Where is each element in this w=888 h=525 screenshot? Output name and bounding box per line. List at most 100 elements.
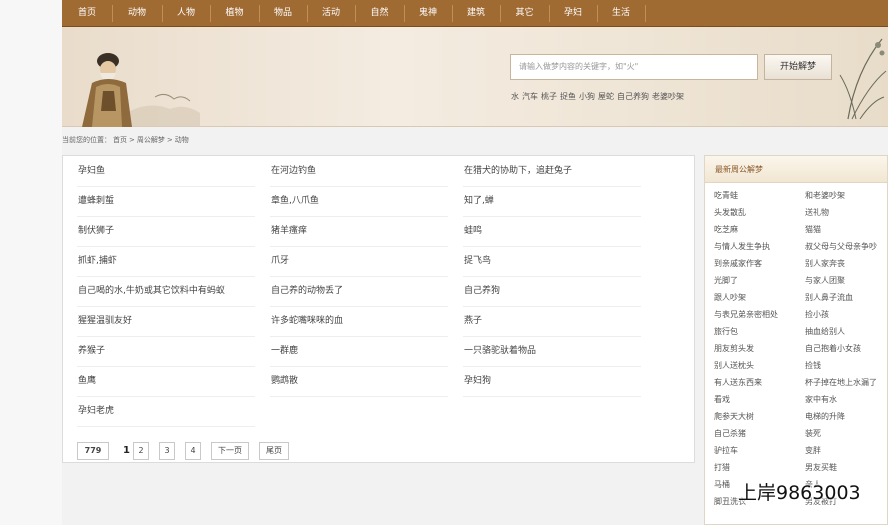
sidebar-dream-link[interactable]: 爬参天大树 xyxy=(714,408,754,425)
dream-link[interactable]: 许多蛇嘴咪咪的血 xyxy=(271,306,343,336)
nav-item-plants[interactable]: 植物 xyxy=(210,0,259,27)
nav-item-pregnant[interactable]: 孕妇 xyxy=(549,0,597,27)
nav-item-animals[interactable]: 动物 xyxy=(112,0,162,27)
sage-painting-illustration xyxy=(82,53,200,127)
hot-keyword-link[interactable]: 屋蛇 xyxy=(598,92,614,101)
breadcrumb-link-home[interactable]: 首页 xyxy=(113,136,127,144)
sidebar-dream-link[interactable]: 光脚了 xyxy=(714,272,738,289)
dream-link[interactable]: 孕妇狗 xyxy=(464,366,491,396)
nav-item-home[interactable]: 首页 xyxy=(62,0,112,27)
pagination-last-button[interactable]: 尾页 xyxy=(259,442,289,460)
sidebar-dream-link[interactable]: 与家人团聚 xyxy=(805,272,845,289)
sidebar-dream-link[interactable]: 杯子掉在地上水漏了 xyxy=(805,374,877,391)
dream-link[interactable]: 抓虾,捕虾 xyxy=(78,246,117,276)
sidebar-dream-link[interactable]: 猫猫 xyxy=(805,221,821,238)
sidebar-dream-link[interactable]: 捡小孩 xyxy=(805,306,829,323)
sidebar-dream-link[interactable]: 变胖 xyxy=(805,442,821,459)
dream-link[interactable]: 鱼鹰 xyxy=(78,366,96,396)
breadcrumb-current: 动物 xyxy=(174,136,189,144)
sidebar-dream-link[interactable]: 送礼物 xyxy=(805,204,829,221)
sidebar-dream-link[interactable]: 自己杀猪 xyxy=(714,425,746,442)
sidebar-dream-link[interactable]: 男友买鞋 xyxy=(805,459,837,476)
nav-item-people[interactable]: 人物 xyxy=(162,0,210,27)
dream-link[interactable]: 猪羊瘙痒 xyxy=(271,216,307,246)
nav-item-buildings[interactable]: 建筑 xyxy=(452,0,500,27)
nav-divider xyxy=(645,5,646,22)
dream-link[interactable]: 在猎犬的协助下，追赶兔子 xyxy=(464,156,572,186)
dream-link[interactable]: 蛙鸣 xyxy=(464,216,482,246)
dream-link[interactable]: 自己养狗 xyxy=(464,276,500,306)
dream-link[interactable]: 捉飞鸟 xyxy=(464,246,491,276)
dream-link[interactable]: 在河边钓鱼 xyxy=(271,156,316,186)
nav-item-ghosts[interactable]: 鬼神 xyxy=(404,0,452,27)
sidebar-dream-link[interactable]: 别人鼻子流血 xyxy=(805,289,853,306)
sidebar-dream-link[interactable]: 叔父母与父母亲争吵 xyxy=(805,238,877,255)
sidebar-dream-link[interactable]: 跟人吵架 xyxy=(714,289,746,306)
breadcrumb-prefix: 当前您的位置： xyxy=(62,136,111,144)
dream-link[interactable]: 燕子 xyxy=(464,306,482,336)
dream-link[interactable]: 章鱼,八爪鱼 xyxy=(271,186,319,216)
hot-keyword-link[interactable]: 桃子 xyxy=(541,92,557,101)
nav-item-activities[interactable]: 活动 xyxy=(307,0,355,27)
sidebar-dream-link[interactable]: 看戏 xyxy=(714,391,730,408)
dream-link[interactable]: 自己喝的水,牛奶或其它饮料中有蚂蚁 xyxy=(78,276,225,306)
hot-keyword-link[interactable]: 水 xyxy=(511,92,519,101)
sidebar-dream-link[interactable]: 别人家奔丧 xyxy=(805,255,845,272)
dream-link[interactable]: 一只骆驼驮着物品 xyxy=(464,336,536,366)
nav-item-nature[interactable]: 自然 xyxy=(355,0,404,27)
dream-link[interactable]: 养猴子 xyxy=(78,336,105,366)
sidebar-dream-link[interactable]: 吃青蛙 xyxy=(714,187,738,204)
sidebar-dream-link[interactable]: 吃芝麻 xyxy=(714,221,738,238)
sidebar-dream-link[interactable]: 与情人发生争执 xyxy=(714,238,770,255)
hot-keyword-link[interactable]: 汽车 xyxy=(522,92,538,101)
hot-keyword-link[interactable]: 捉鱼 xyxy=(560,92,576,101)
sidebar-dream-link[interactable]: 装死 xyxy=(805,425,821,442)
sidebar-dream-link[interactable]: 电梯的升降 xyxy=(805,408,845,425)
sidebar-dream-link[interactable]: 驴拉车 xyxy=(714,442,738,459)
sidebar-dream-link[interactable]: 有人送东西来 xyxy=(714,374,762,391)
search-button[interactable]: 开始解梦 xyxy=(764,54,832,80)
dream-link[interactable]: 孕妇鱼 xyxy=(78,156,105,186)
sidebar-dream-link[interactable]: 朋友剪头发 xyxy=(714,340,754,357)
orchid-illustration xyxy=(839,38,887,120)
hot-keyword-link[interactable]: 自己养狗 xyxy=(617,92,649,101)
sidebar-dream-link[interactable]: 捡钱 xyxy=(805,357,821,374)
sidebar-dream-link[interactable]: 打猎 xyxy=(714,459,730,476)
pagination-next-button[interactable]: 下一页 xyxy=(211,442,249,460)
pagination-page-link[interactable]: 2 xyxy=(133,442,149,460)
row-divider xyxy=(463,306,641,307)
pagination-current-page: 1 xyxy=(123,445,130,456)
breadcrumb-link-dream[interactable]: 周公解梦 xyxy=(137,136,165,144)
dream-link[interactable]: 爪牙 xyxy=(271,246,289,276)
dream-link[interactable]: 孕妇老虎 xyxy=(78,396,114,426)
dream-link[interactable]: 制伏狮子 xyxy=(78,216,114,246)
dream-link[interactable]: 一群鹿 xyxy=(271,336,298,366)
latest-dreams-sidebar: 最新周公解梦 吃青蛙 和老婆吵架 头发散乱 送礼物 吃芝麻 猫猫 与情人发生争执… xyxy=(704,155,888,525)
sidebar-dream-link[interactable]: 抽血给别人 xyxy=(805,323,845,340)
dream-link[interactable]: 遭蜂刺蜇 xyxy=(78,186,114,216)
dream-link[interactable]: 自己养的动物丢了 xyxy=(271,276,343,306)
search-input[interactable]: 请输入做梦内容的关键字，如"火" xyxy=(510,54,758,80)
nav-item-objects[interactable]: 物品 xyxy=(259,0,307,27)
nav-item-others[interactable]: 其它 xyxy=(500,0,549,27)
sidebar-dream-link[interactable]: 自己抱着小女孩 xyxy=(805,340,861,357)
dream-link[interactable]: 猩猩温驯友好 xyxy=(78,306,132,336)
sidebar-dream-link[interactable]: 与表兄弟亲密相处 xyxy=(714,306,778,323)
sidebar-dream-link[interactable]: 和老婆吵架 xyxy=(805,187,845,204)
dream-link[interactable]: 知了,蝉 xyxy=(464,186,494,216)
page-left-margin xyxy=(0,0,62,525)
dream-link[interactable]: 鹦鹉散 xyxy=(271,366,298,396)
hot-keyword-link[interactable]: 老婆吵架 xyxy=(652,92,684,101)
pagination-page-link[interactable]: 4 xyxy=(185,442,201,460)
row-divider xyxy=(270,246,448,247)
nav-item-life[interactable]: 生活 xyxy=(597,0,645,27)
pagination-page-link[interactable]: 3 xyxy=(159,442,175,460)
sidebar-dream-link[interactable]: 马桶 xyxy=(714,476,730,493)
sidebar-dream-link[interactable]: 头发散乱 xyxy=(714,204,746,221)
sidebar-dream-link[interactable]: 别人送枕头 xyxy=(714,357,754,374)
sidebar-dream-link[interactable]: 到亲戚家作客 xyxy=(714,255,762,272)
hot-keyword-link[interactable]: 小狗 xyxy=(579,92,595,101)
breadcrumb-separator: > xyxy=(166,136,173,144)
sidebar-dream-link[interactable]: 旅行包 xyxy=(714,323,738,340)
sidebar-dream-link[interactable]: 家中有水 xyxy=(805,391,837,408)
